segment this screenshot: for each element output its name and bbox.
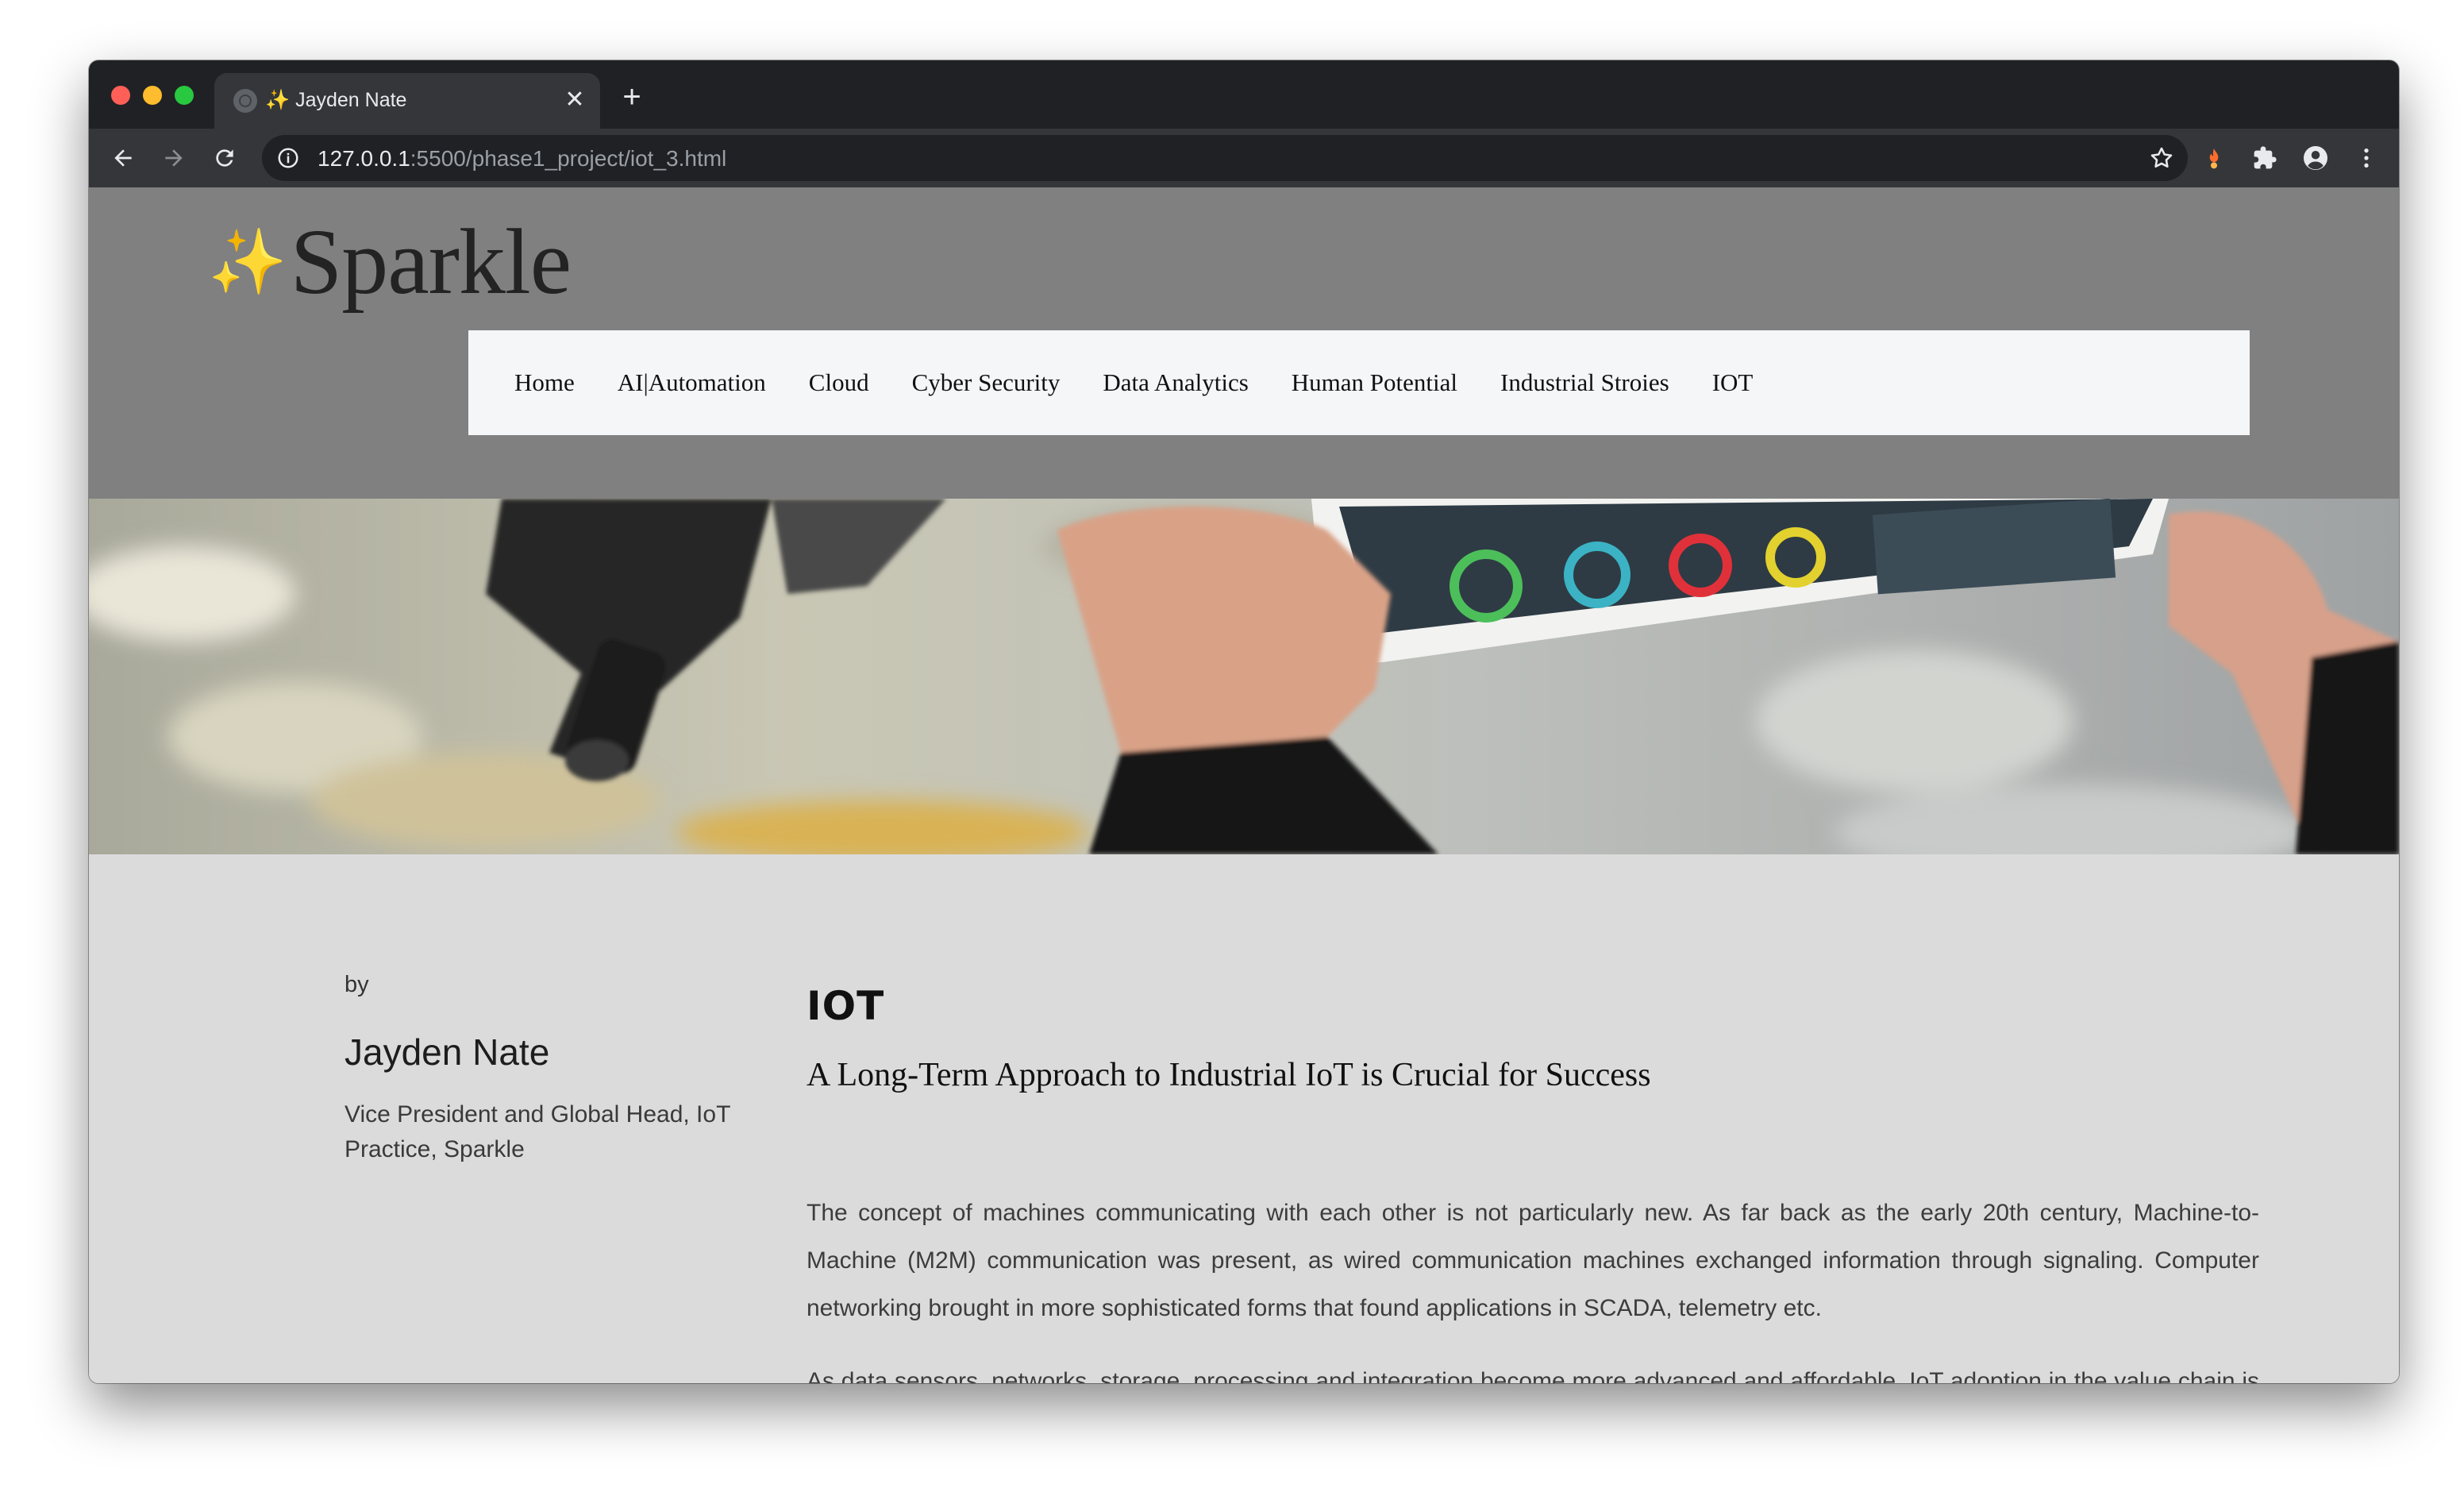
nav-item-human-potential[interactable]: Human Potential <box>1292 368 1457 397</box>
maximize-window-button[interactable] <box>175 86 194 105</box>
article-category: IOT <box>807 983 885 1029</box>
back-button[interactable] <box>105 140 141 176</box>
main-nav: Home AI|Automation Cloud Cyber Security … <box>468 330 2250 435</box>
browser-tab[interactable]: ✨ Jayden Nate ✕ <box>214 73 600 129</box>
more-vertical-icon <box>2364 148 2369 168</box>
nav-item-industrial-stories[interactable]: Industrial Stroies <box>1500 368 1669 397</box>
article-paragraph: As data sensors, networks, storage, proc… <box>807 1368 2259 1383</box>
byline-label: by <box>345 972 369 997</box>
web-page: ✨ Sparkle Home AI|Automation Cloud Cyber… <box>89 187 2399 1383</box>
fire-extension-icon <box>2209 148 2219 169</box>
extensions-button[interactable] <box>2246 140 2283 176</box>
author-role: Vice President and Global Head, IoT Prac… <box>345 1101 730 1162</box>
sparkle-icon: ✨ <box>265 89 291 111</box>
url-path: :5500/phase1_project/iot_3.html <box>410 146 727 171</box>
tab-title-text: Jayden Nate <box>295 89 407 111</box>
nav-item-cloud[interactable]: Cloud <box>809 368 869 397</box>
nav-item-iot[interactable]: IOT <box>1712 368 1754 397</box>
url-host: 127.0.0.1 <box>318 146 410 171</box>
extension-button[interactable] <box>2196 140 2232 176</box>
nav-item-home[interactable]: Home <box>514 368 575 397</box>
arrow-left-icon <box>114 149 132 167</box>
nav-item-cyber-security[interactable]: Cyber Security <box>912 368 1061 397</box>
site-header: ✨ Sparkle Home AI|Automation Cloud Cyber… <box>89 187 2399 499</box>
browser-menu-button[interactable] <box>2348 140 2385 176</box>
browser-window: ✨ Jayden Nate ✕ + 127.0.0.1:5500/phase1_… <box>89 60 2399 1383</box>
url-text: 127.0.0.1:5500/phase1_project/iot_3.html <box>318 146 726 172</box>
reload-button[interactable] <box>206 140 243 176</box>
article-title: A Long-Term Approach to Industrial IoT i… <box>807 1057 1651 1093</box>
sparkle-logo-icon: ✨ <box>208 226 287 297</box>
minimize-window-button[interactable] <box>143 86 162 105</box>
address-bar[interactable]: 127.0.0.1:5500/phase1_project/iot_3.html <box>262 135 2188 181</box>
close-window-button[interactable] <box>111 86 130 105</box>
arrow-right-icon <box>165 149 183 167</box>
puzzle-icon <box>2254 146 2277 169</box>
article-section: by Jayden Nate Vice President and Global… <box>89 854 2399 1383</box>
hero-image <box>89 499 2399 854</box>
tab-title: ✨ Jayden Nate <box>265 89 406 112</box>
site-info-icon[interactable] <box>276 146 300 174</box>
site-logo[interactable]: ✨ Sparkle <box>208 206 572 318</box>
bookmark-star-icon[interactable] <box>2148 145 2175 175</box>
account-circle-icon <box>2304 146 2327 170</box>
forward-button[interactable] <box>156 140 192 176</box>
reload-icon <box>216 149 233 167</box>
profile-button[interactable] <box>2297 140 2334 176</box>
nav-item-data-analytics[interactable]: Data Analytics <box>1103 368 1248 397</box>
logo-text: Sparkle <box>290 210 572 314</box>
author-name: Jayden Nate <box>345 1031 550 1073</box>
new-tab-button[interactable]: + <box>616 81 648 114</box>
globe-icon <box>233 89 257 113</box>
close-tab-icon[interactable]: ✕ <box>560 86 589 114</box>
browser-toolbar: 127.0.0.1:5500/phase1_project/iot_3.html <box>89 129 2399 187</box>
article-paragraph: The concept of machines communicating wi… <box>807 1200 2259 1321</box>
nav-item-ai-automation[interactable]: AI|Automation <box>618 368 766 397</box>
tab-strip: ✨ Jayden Nate ✕ + <box>89 60 2399 129</box>
